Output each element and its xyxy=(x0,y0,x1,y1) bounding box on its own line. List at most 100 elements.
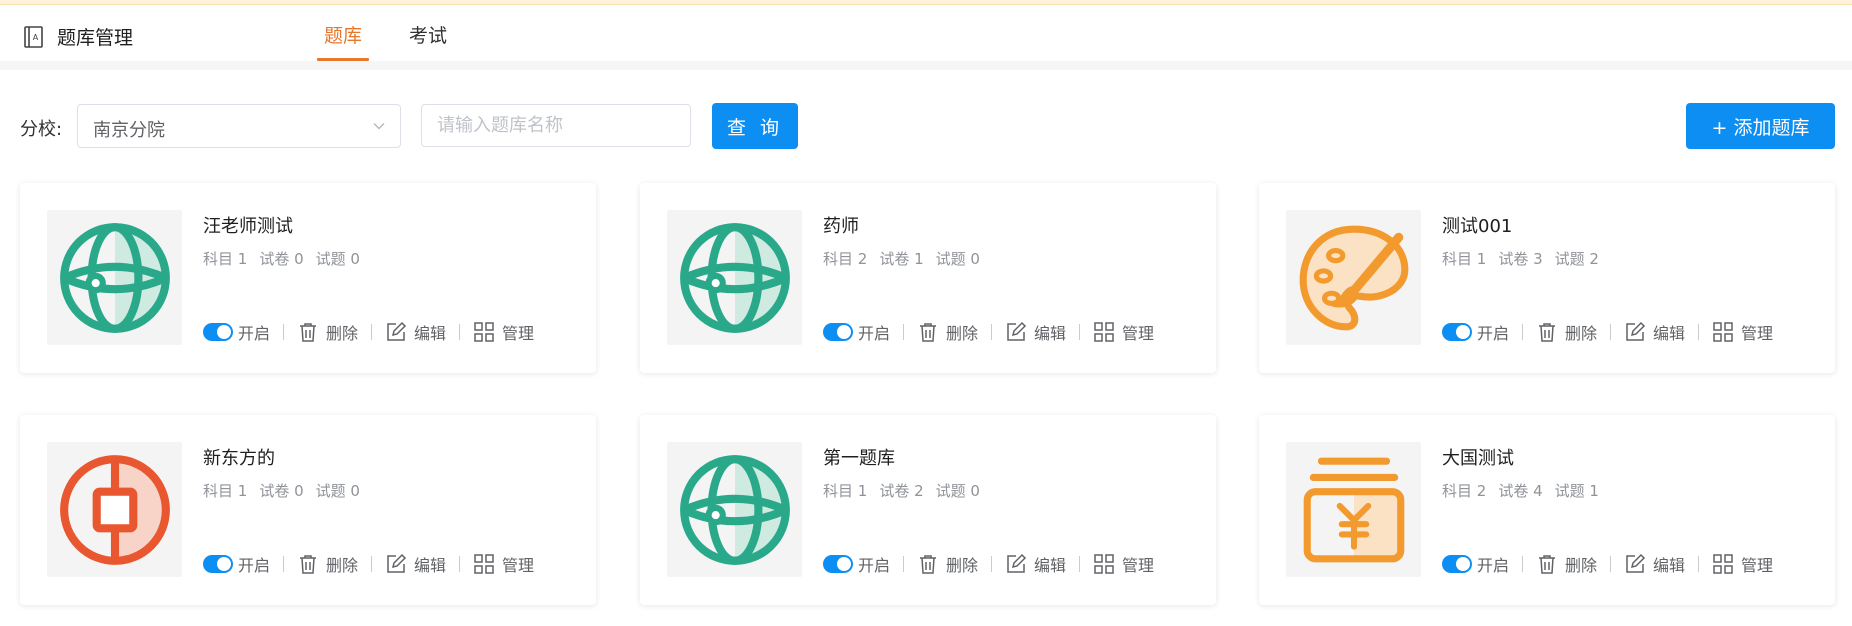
card-title[interactable]: 大国测试 xyxy=(1442,444,1514,470)
grid-icon xyxy=(1094,322,1114,342)
manage-button[interactable]: 管理 xyxy=(1712,320,1773,344)
enable-toggle[interactable] xyxy=(823,323,853,341)
branch-select[interactable]: 南京分院 xyxy=(77,104,401,148)
divider xyxy=(1698,324,1700,340)
edit-button[interactable]: 编辑 xyxy=(1005,552,1066,576)
svg-text:A: A xyxy=(33,33,39,42)
delete-button[interactable]: 删除 xyxy=(297,320,358,344)
question-count: 试题 0 xyxy=(315,250,360,268)
manage-button[interactable]: 管理 xyxy=(1093,320,1154,344)
edit-button[interactable]: 编辑 xyxy=(1005,320,1066,344)
edit-label: 编辑 xyxy=(414,324,447,343)
edit-button[interactable]: 编辑 xyxy=(385,320,446,344)
card-title[interactable]: 第一题库 xyxy=(823,444,895,470)
subject-count: 科目 1 xyxy=(203,250,248,268)
delete-label: 删除 xyxy=(1565,324,1598,343)
search-input[interactable] xyxy=(421,104,691,147)
subject-count: 科目 1 xyxy=(203,482,248,500)
delete-button[interactable]: 删除 xyxy=(917,552,978,576)
delete-button[interactable]: 删除 xyxy=(1536,552,1597,576)
edit-label: 编辑 xyxy=(1034,556,1067,575)
edit-button[interactable]: 编辑 xyxy=(1624,320,1685,344)
delete-button[interactable]: 删除 xyxy=(917,320,978,344)
delete-button[interactable]: 删除 xyxy=(297,552,358,576)
enable-toggle[interactable] xyxy=(1442,323,1472,341)
enable-toggle[interactable] xyxy=(203,555,233,573)
card-title[interactable]: 汪老师测试 xyxy=(203,212,293,238)
divider xyxy=(1079,556,1081,572)
branch-select-value: 南京分院 xyxy=(93,120,165,141)
divider xyxy=(1522,556,1524,572)
grid-icon xyxy=(1713,554,1733,574)
manage-button[interactable]: 管理 xyxy=(1093,552,1154,576)
card-title[interactable]: 新东方的 xyxy=(203,444,275,470)
enable-label: 开启 xyxy=(238,556,271,575)
question-count: 试题 0 xyxy=(315,482,360,500)
divider xyxy=(903,556,905,572)
tab-exam[interactable]: 考试 xyxy=(409,21,447,48)
paper-count: 试卷 0 xyxy=(259,250,304,268)
manage-button[interactable]: 管理 xyxy=(473,320,534,344)
header: A 题库管理 题库 考试 xyxy=(0,5,1852,61)
manage-button[interactable]: 管理 xyxy=(1712,552,1773,576)
card-stats: 科目 1 试卷 0 试题 0 xyxy=(203,248,372,269)
divider xyxy=(283,556,285,572)
delete-label: 删除 xyxy=(326,324,359,343)
enable-label: 开启 xyxy=(238,324,271,343)
card-thumbnail xyxy=(1286,442,1421,577)
trash-icon xyxy=(920,323,937,342)
card-title[interactable]: 药师 xyxy=(823,212,859,238)
page-title: 题库管理 xyxy=(57,27,134,49)
trash-icon xyxy=(1539,323,1556,342)
edit-icon xyxy=(1626,553,1646,573)
edit-label: 编辑 xyxy=(1034,324,1067,343)
trash-icon xyxy=(1539,555,1556,574)
subject-count: 科目 2 xyxy=(1442,482,1487,500)
manage-label: 管理 xyxy=(1122,556,1155,575)
divider xyxy=(371,556,373,572)
question-bank-card: 测试001 科目 1 试卷 3 试题 2 开启 删除 编辑 管理 xyxy=(1259,183,1835,373)
divider xyxy=(283,324,285,340)
trash-icon xyxy=(300,323,317,342)
grid-icon xyxy=(474,554,494,574)
coin-icon xyxy=(59,454,170,565)
card-stats: 科目 2 试卷 4 试题 1 xyxy=(1442,480,1611,501)
header-divider xyxy=(0,61,1852,70)
book-icon: A xyxy=(24,25,43,48)
edit-label: 编辑 xyxy=(414,556,447,575)
enable-label: 开启 xyxy=(1477,324,1510,343)
divider xyxy=(1610,324,1612,340)
card-thumbnail xyxy=(667,210,802,345)
enable-toggle[interactable] xyxy=(823,555,853,573)
paper-count: 试卷 2 xyxy=(879,482,924,500)
manage-label: 管理 xyxy=(1741,324,1774,343)
card-stats: 科目 1 试卷 0 试题 0 xyxy=(203,480,372,501)
question-bank-card: 新东方的 科目 1 试卷 0 试题 0 开启 删除 编辑 管理 xyxy=(20,415,596,605)
enable-label: 开启 xyxy=(1477,556,1510,575)
delete-label: 删除 xyxy=(946,556,979,575)
palette-icon xyxy=(1299,225,1408,330)
manage-label: 管理 xyxy=(1741,556,1774,575)
edit-button[interactable]: 编辑 xyxy=(1624,552,1685,576)
manage-label: 管理 xyxy=(502,556,535,575)
add-question-bank-button[interactable]: + 添加题库 xyxy=(1686,103,1835,149)
enable-toggle[interactable] xyxy=(203,323,233,341)
delete-label: 删除 xyxy=(946,324,979,343)
delete-button[interactable]: 删除 xyxy=(1536,320,1597,344)
card-stats: 科目 2 试卷 1 试题 0 xyxy=(823,248,992,269)
paper-count: 试卷 0 xyxy=(259,482,304,500)
query-button[interactable]: 查 询 xyxy=(712,103,798,149)
edit-button[interactable]: 编辑 xyxy=(385,552,446,576)
grid-icon xyxy=(1713,322,1733,342)
divider xyxy=(991,324,993,340)
card-actions: 开启 删除 编辑 管理 xyxy=(1442,320,1773,344)
edit-label: 编辑 xyxy=(1653,324,1686,343)
subject-count: 科目 2 xyxy=(823,250,868,268)
tab-question-bank[interactable]: 题库 xyxy=(324,21,362,48)
chevron-down-icon xyxy=(373,123,385,130)
card-title[interactable]: 测试001 xyxy=(1442,212,1512,238)
divider xyxy=(903,324,905,340)
manage-button[interactable]: 管理 xyxy=(473,552,534,576)
enable-toggle[interactable] xyxy=(1442,555,1472,573)
card-actions: 开启 删除 编辑 管理 xyxy=(1442,552,1773,576)
